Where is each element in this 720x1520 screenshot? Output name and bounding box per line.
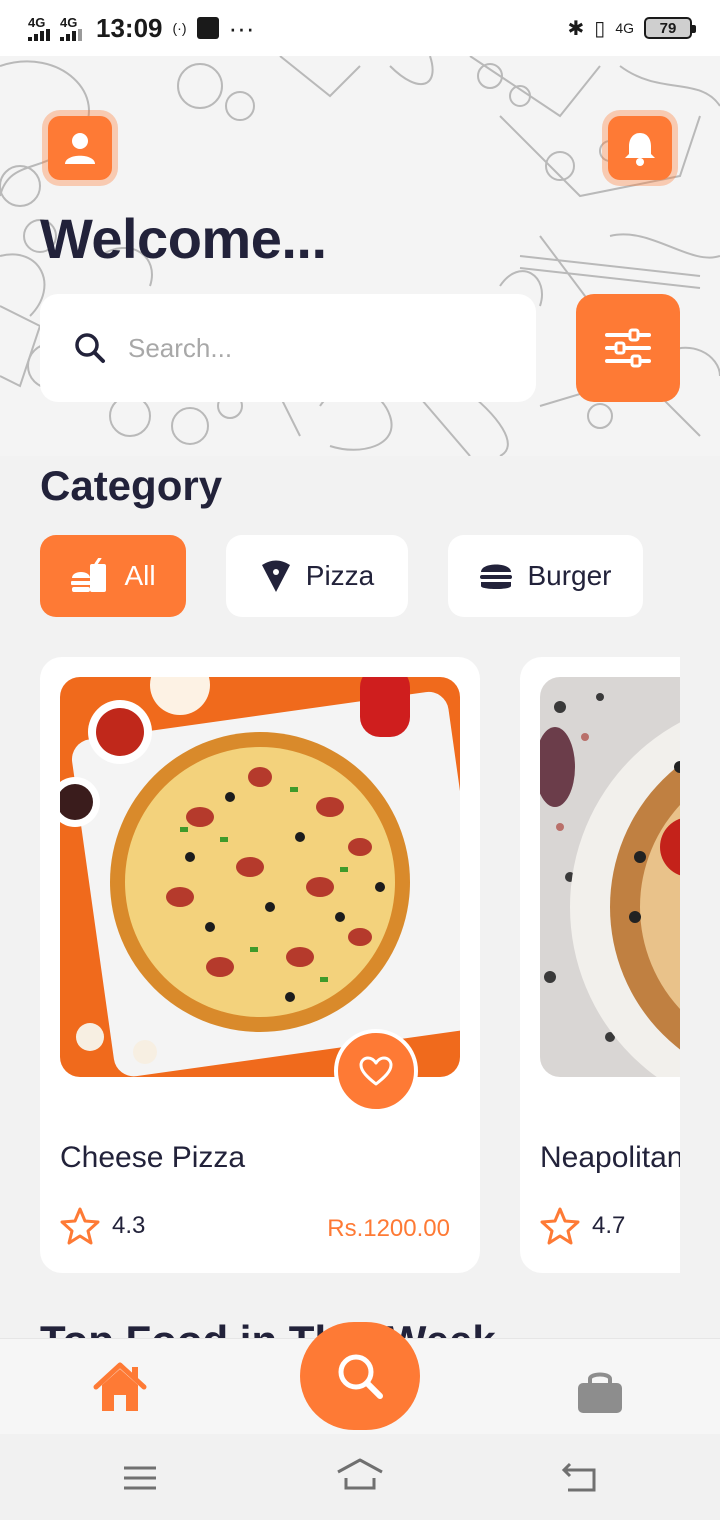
welcome-title: Welcome... [40,207,327,270]
category-title: Category [40,462,223,509]
product-image [60,677,460,1077]
product-image [540,677,680,1077]
pizza-slice-icon [261,560,290,592]
star-icon [540,1207,580,1245]
product-name: Neapolitan [540,1141,680,1174]
nav-cart-button[interactable] [576,1369,624,1420]
product-card[interactable]: Neapolitan 4.7 [520,657,680,1273]
search-input[interactable] [128,332,488,364]
nav-home-button[interactable] [92,1361,148,1418]
user-icon [65,133,95,164]
profile-button[interactable] [48,116,112,180]
notification-icon [196,17,219,39]
shopping-bag-icon [578,1372,622,1413]
back-icon [561,1462,596,1492]
burger-icon [480,564,513,589]
system-menu-button[interactable] [122,1464,158,1497]
bell-icon [625,133,655,166]
category-chip-burger[interactable]: Burger [448,535,643,617]
star-icon [60,1207,100,1245]
notifications-button[interactable] [608,116,672,180]
battery-indicator: 79 [644,17,696,39]
product-rating: 4.7 [540,1207,625,1245]
top-food-section-title: Top Food in This Week [40,1316,496,1340]
category-chip-pizza[interactable]: Pizza [226,535,408,617]
network-extra: 4G [615,20,634,36]
category-chip-label: All [124,560,156,591]
hotspot-icon: (·) [172,20,187,36]
category-chip-label: Pizza [305,560,375,591]
heart-icon [359,1056,393,1086]
status-bar: 4G 4G 13:09 (·) ··· ✱ ▯ 4G 79 [0,0,720,56]
more-icon: ··· [228,12,255,43]
vibrate-icon: ▯ [594,17,606,40]
fastfood-icon [71,558,107,592]
category-chip-label: Burger [527,560,612,591]
product-name: Cheese Pizza [60,1141,246,1174]
clock: 13:09 [96,12,163,43]
signal-1: 4G [28,16,50,41]
home-outline-icon [337,1458,383,1490]
menu-icon [124,1466,156,1490]
product-card[interactable]: Cheese Pizza 4.3 Rs.1200.00 [40,657,480,1273]
product-rating: 4.3 [60,1207,145,1245]
rating-value: 4.3 [112,1212,146,1239]
search-bar[interactable] [40,294,536,402]
home-icon [93,1362,147,1411]
filter-button[interactable] [576,294,680,402]
system-navigation-bar [0,1434,720,1520]
rating-value: 4.7 [592,1212,626,1239]
favorite-button[interactable] [334,1029,418,1113]
system-home-button[interactable] [336,1458,384,1497]
category-chip-all[interactable]: All [40,535,186,617]
signal-2: 4G [60,16,82,41]
product-price: Rs.1200.00 [327,1215,450,1242]
search-icon [338,1354,383,1399]
system-back-button[interactable] [560,1462,600,1497]
sliders-icon [605,328,651,368]
header: Welcome... [0,56,720,456]
search-icon [75,333,105,363]
nav-search-button[interactable] [300,1322,420,1430]
bluetooth-icon: ✱ [567,17,585,40]
product-carousel[interactable]: Cheese Pizza 4.3 Rs.1200.00 Neapolitan 4… [40,657,680,1273]
